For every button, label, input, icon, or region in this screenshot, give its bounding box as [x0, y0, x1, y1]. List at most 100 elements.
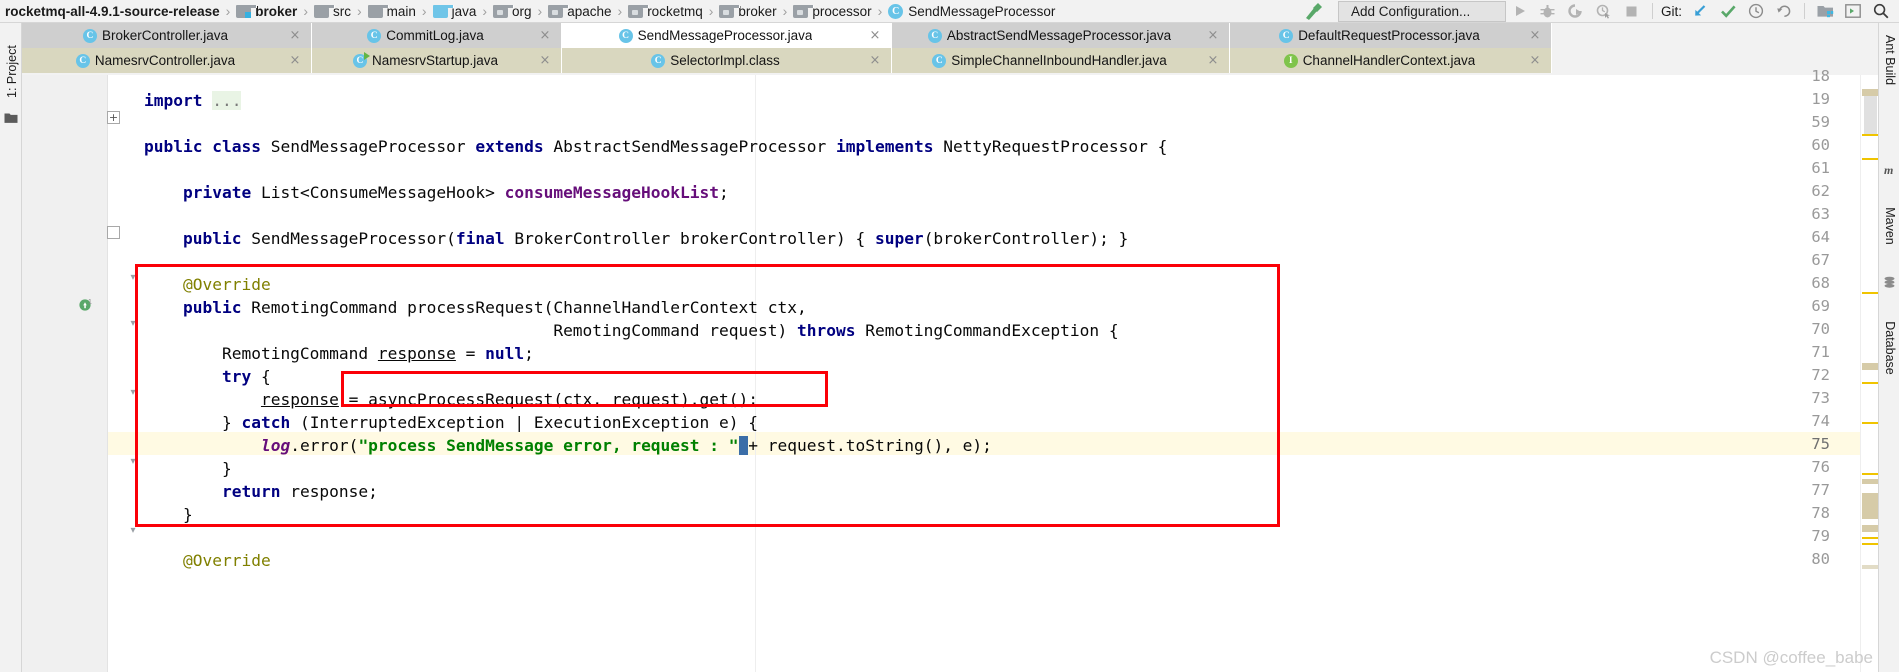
run-icon[interactable]: [1506, 0, 1534, 22]
sidebar-item-maven[interactable]: Maven: [1883, 193, 1897, 259]
editor-tab-abstractsendmessageprocessor-java[interactable]: C AbstractSendMessageProcessor.java ×: [892, 23, 1230, 48]
breadcrumb-item-sendmessageprocessor[interactable]: C SendMessageProcessor: [885, 1, 1058, 22]
code-line-19[interactable]: import ...: [144, 89, 242, 112]
stripe-marker[interactable]: [1862, 565, 1878, 569]
sidebar-item-database[interactable]: Database: [1883, 315, 1897, 381]
code-editor[interactable]: 18 19 59 60 61 62 63 64 67 68 69 70 71 72 73 74 75 76 77 78…: [22, 67, 1878, 672]
close-icon[interactable]: ×: [1207, 54, 1219, 67]
stripe-marker[interactable]: [1862, 89, 1878, 96]
stripe-marker[interactable]: [1862, 158, 1878, 160]
breadcrumb-item-java[interactable]: java: [430, 1, 480, 22]
fold-arrow-icon-3[interactable]: ▾: [127, 387, 139, 399]
stripe-marker[interactable]: [1862, 292, 1878, 294]
editor-tab-brokercontroller-java[interactable]: C BrokerController.java ×: [22, 23, 312, 48]
code-line-70[interactable]: RemotingCommand request) throws Remoting…: [144, 319, 1118, 342]
code-line-80[interactable]: @Override: [144, 549, 271, 572]
code-line-60[interactable]: public class SendMessageProcessor extend…: [144, 135, 1167, 158]
editor-tab-namesrvstartup-java[interactable]: C NamesrvStartup.java ×: [312, 48, 562, 73]
project-tool-window-icon[interactable]: [4, 111, 18, 123]
sidebar-item-project[interactable]: 1: Project: [5, 38, 19, 98]
code-line-69[interactable]: public RemotingCommand processRequest(Ch…: [144, 296, 807, 319]
close-icon[interactable]: ×: [539, 29, 551, 42]
code-line-73[interactable]: response = asyncProcessRequest(ctx, requ…: [144, 388, 758, 411]
breadcrumb-item-main[interactable]: main: [365, 1, 419, 22]
code-line-62[interactable]: private List<ConsumeMessageHook> consume…: [144, 181, 729, 204]
code-line-75[interactable]: log.error("process SendMessage error, re…: [144, 434, 992, 457]
editor-tab-commitlog-java[interactable]: C CommitLog.java ×: [312, 23, 562, 48]
close-icon[interactable]: ×: [869, 54, 881, 67]
breadcrumb-item-apache[interactable]: apache: [545, 1, 614, 22]
close-icon[interactable]: ×: [1529, 29, 1541, 42]
code-line-78[interactable]: }: [144, 503, 193, 526]
hammer-icon[interactable]: [1300, 0, 1326, 22]
close-icon[interactable]: ×: [289, 29, 301, 42]
editor-tab-content: C NamesrvStartup.java: [322, 51, 529, 68]
stripe-marker[interactable]: [1862, 134, 1878, 136]
code-line-74[interactable]: } catch (InterruptedException | Executio…: [144, 411, 758, 434]
run-with-coverage-icon[interactable]: [1562, 0, 1590, 22]
close-icon[interactable]: ×: [1207, 29, 1219, 42]
editor-tab-channelhandlercontext-java[interactable]: I ChannelHandlerContext.java ×: [1230, 48, 1552, 73]
stripe-marker[interactable]: [1862, 473, 1878, 475]
fold-arrow-icon-4[interactable]: ▾: [127, 456, 139, 468]
stripe-marker[interactable]: [1862, 525, 1878, 532]
breadcrumb-item-broker[interactable]: broker: [233, 1, 300, 22]
stripe-marker[interactable]: [1862, 422, 1878, 424]
module-icon: [236, 4, 258, 18]
code-line-71[interactable]: RemotingCommand response = null;: [144, 342, 534, 365]
project-structure-icon[interactable]: [1811, 0, 1839, 22]
stripe-marker[interactable]: [1862, 479, 1878, 484]
class-icon: C: [888, 3, 904, 19]
history-icon[interactable]: [1742, 0, 1770, 22]
code-line-77[interactable]: return response;: [144, 480, 378, 503]
breadcrumb-item-processor[interactable]: processor: [790, 1, 874, 22]
update-project-icon[interactable]: [1686, 0, 1714, 22]
stripe-marker[interactable]: [1862, 382, 1878, 384]
close-icon[interactable]: ×: [539, 54, 551, 67]
stripe-marker[interactable]: [1862, 543, 1878, 545]
fold-arrow-icon-5[interactable]: ▾: [127, 525, 139, 537]
fold-arrow-icon-1[interactable]: ▾: [127, 272, 139, 284]
close-icon[interactable]: ×: [289, 54, 301, 67]
stripe-marker[interactable]: [1862, 493, 1878, 519]
code-line-68[interactable]: @Override: [144, 273, 271, 296]
fold-toggle-constructor[interactable]: [107, 226, 120, 239]
close-icon[interactable]: ×: [1529, 54, 1541, 67]
breadcrumb-label: src: [332, 3, 351, 19]
error-stripe-scrollbar[interactable]: [1860, 75, 1878, 672]
override-method-marker-icon[interactable]: 1: [78, 297, 94, 313]
rollback-icon[interactable]: [1770, 0, 1798, 22]
commit-icon[interactable]: [1714, 0, 1742, 22]
code-line-72[interactable]: try {: [144, 365, 271, 388]
close-icon[interactable]: ×: [869, 29, 881, 42]
editor-tab-defaultrequestprocessor-java[interactable]: C DefaultRequestProcessor.java ×: [1230, 23, 1552, 48]
sidebar-item-ant-build[interactable]: Ant Build: [1883, 27, 1897, 93]
profiler-icon[interactable]: [1590, 0, 1618, 22]
code-line-76[interactable]: }: [144, 457, 232, 480]
breadcrumb-item-rocketmq-all-4-9-1-source-release[interactable]: rocketmq-all-4.9.1-source-release: [2, 1, 223, 22]
editor-tab-label: ChannelHandlerContext.java: [1302, 53, 1476, 68]
stripe-marker[interactable]: [1862, 537, 1878, 539]
editor-gutter[interactable]: [22, 75, 108, 672]
code-line-64[interactable]: public SendMessageProcessor(final Broker…: [144, 227, 1128, 250]
breadcrumb-item-rocketmq[interactable]: rocketmq: [625, 1, 706, 22]
stripe-marker[interactable]: [1862, 363, 1878, 370]
editor-tab-namesrvcontroller-java[interactable]: C NamesrvController.java ×: [22, 48, 312, 73]
editor-tab-sendmessageprocessor-java[interactable]: C SendMessageProcessor.java ×: [562, 23, 892, 48]
terminal-icon[interactable]: [1839, 0, 1867, 22]
debug-icon[interactable]: [1534, 0, 1562, 22]
run-configuration-selector[interactable]: Add Configuration...: [1337, 0, 1506, 22]
source-code[interactable]: import ... public class SendMessageProces…: [144, 75, 1878, 672]
editor-tab-selectorimpl-class[interactable]: C SelectorImpl.class ×: [562, 48, 892, 73]
editor-tab-simplechannelinboundhandler-java[interactable]: C SimpleChannelInboundHandler.java ×: [892, 48, 1230, 73]
breadcrumb-item-org[interactable]: org: [490, 1, 535, 22]
package-icon: [628, 4, 650, 18]
vertical-scrollbar-thumb[interactable]: [1864, 93, 1877, 135]
search-everywhere-icon[interactable]: [1867, 0, 1895, 22]
fold-toggle-import[interactable]: +: [107, 111, 120, 124]
breadcrumb-item-broker[interactable]: broker: [716, 1, 779, 22]
fold-arrow-icon-2[interactable]: ▾: [127, 318, 139, 330]
breadcrumb-label: SendMessageProcessor: [908, 3, 1056, 19]
stop-icon[interactable]: [1618, 0, 1646, 22]
breadcrumb-item-src[interactable]: src: [311, 1, 354, 22]
